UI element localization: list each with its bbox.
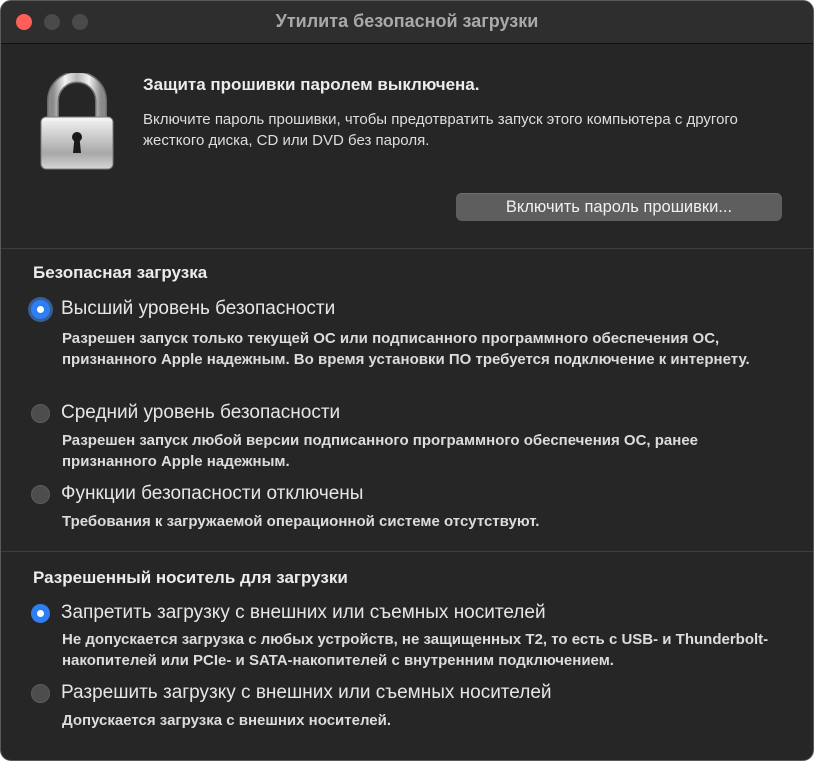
option-medium-security-label[interactable]: Средний уровень безопасности	[61, 402, 340, 424]
option-no-security-description: Требования к загружаемой операционной си…	[62, 513, 540, 530]
title-bar: Утилита безопасной загрузки	[1, 1, 813, 44]
firmware-status-title: Защита прошивки паролем выключена.	[143, 75, 480, 94]
option-allow-external-label[interactable]: Разрешить загрузку с внешних или съемных…	[61, 682, 552, 704]
option-no-security-label[interactable]: Функции безопасности отключены	[61, 483, 363, 505]
enable-firmware-password-button[interactable]: Включить пароль прошивки...	[456, 193, 782, 221]
section-divider	[1, 551, 813, 552]
firmware-description: Включите пароль прошивки, чтобы предотвр…	[143, 111, 738, 149]
option-allow-external-description: Допускается загрузка с внешних носителей…	[62, 712, 392, 729]
option-disallow-external-label[interactable]: Запретить загрузку с внешних или съемных…	[61, 602, 546, 624]
radio-full-security[interactable]	[31, 300, 50, 319]
radio-medium-security[interactable]	[31, 404, 50, 423]
option-disallow-external-description: Не допускается загрузка с любых устройст…	[62, 631, 769, 669]
option-full-security-label[interactable]: Высший уровень безопасности	[61, 298, 335, 320]
secure-boot-heading: Безопасная загрузка	[33, 263, 208, 282]
radio-disallow-external-boot[interactable]	[31, 604, 50, 623]
boot-media-heading: Разрешенный носитель для загрузки	[33, 568, 348, 587]
padlock-icon	[40, 73, 114, 170]
radio-no-security[interactable]	[31, 485, 50, 504]
option-medium-security-description: Разрешен запуск любой версии подписанног…	[62, 432, 699, 470]
radio-allow-external-boot[interactable]	[31, 684, 50, 703]
option-full-security-description: Разрешен запуск только текущей ОС или по…	[62, 330, 750, 368]
section-divider	[1, 248, 813, 249]
window-title: Утилита безопасной загрузки	[275, 11, 539, 31]
secure-boot-utility-window: Утилита безопасной загрузки Защита проши…	[0, 0, 814, 761]
